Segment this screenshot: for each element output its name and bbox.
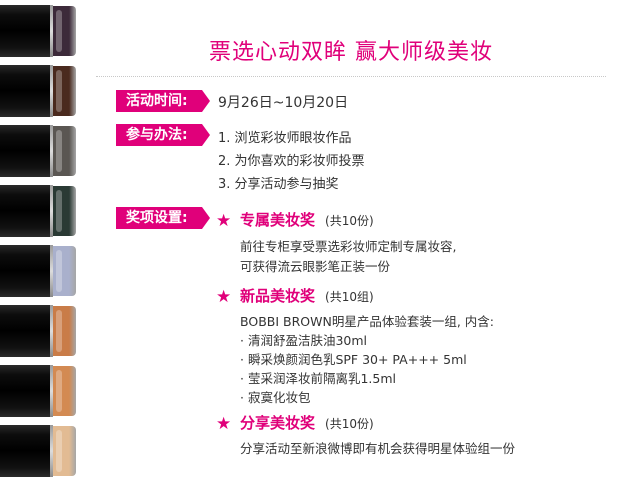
pencil-cap <box>53 426 76 476</box>
pencil-cap <box>53 186 76 236</box>
star-icon: ★ <box>216 287 232 307</box>
prize-heading-share: ★ 分享美妆奖 (共10份) <box>216 412 374 434</box>
method-step: 3. 分享活动参与抽奖 <box>218 177 339 192</box>
pencil-cap <box>53 366 76 416</box>
pencil-cap <box>53 126 76 176</box>
product-image-strip <box>0 0 82 489</box>
prize-name: 新品美妆奖 <box>240 287 316 305</box>
prize-kit-item: · 寂寞化妆包 <box>240 390 311 405</box>
prize-count: (共10份) <box>325 417 374 431</box>
prize-heading-exclusive: ★ 专属美妆奖 (共10份) <box>216 209 374 231</box>
method-step: 1. 浏览彩妆师眼妆作品 <box>218 131 352 146</box>
page-title: 票选心动双眸 赢大师级美妆 <box>209 40 493 65</box>
prize-kit-item: · 瞬采焕颜润色乳SPF 30+ PA+++ 5ml <box>240 352 467 367</box>
pencil-8 <box>0 425 78 477</box>
prize-name: 分享美妆奖 <box>240 414 316 432</box>
prize-description: 分享活动至新浪微博即有机会获得明星体验组一份 <box>240 441 516 456</box>
prize-description: 前往专柜享受票选彩妆师定制专属妆容, <box>240 239 457 254</box>
time-label: 活动时间: <box>116 90 210 112</box>
star-icon: ★ <box>216 414 232 434</box>
prize-kit-item: · 清润舒盈洁肤油30ml <box>240 333 368 348</box>
pencil-2 <box>0 65 78 117</box>
title-divider <box>96 76 606 77</box>
pencil-cap <box>53 246 76 296</box>
pencil-cap <box>53 306 76 356</box>
pencil-cap <box>53 6 76 56</box>
method-label: 参与办法: <box>116 124 210 146</box>
pencil-1 <box>0 5 78 57</box>
pencil-5 <box>0 245 78 297</box>
pencil-4 <box>0 185 78 237</box>
prize-label: 奖项设置: <box>116 207 210 229</box>
pencil-7 <box>0 365 78 417</box>
pencil-cap <box>53 66 76 116</box>
pencil-6 <box>0 305 78 357</box>
prize-description: BOBBI BROWN明星产品体验套装一组, 内含: <box>240 314 494 329</box>
star-icon: ★ <box>216 211 232 231</box>
prize-kit-item: · 莹采润泽妆前隔离乳1.5ml <box>240 371 396 386</box>
event-info-panel: 票选心动双眸 赢大师级美妆 活动时间: 9月26日~10月20日 参与办法: 1… <box>82 0 620 489</box>
time-value: 9月26日~10月20日 <box>218 95 349 111</box>
method-step: 2. 为你喜欢的彩妆师投票 <box>218 154 365 169</box>
pencil-3 <box>0 125 78 177</box>
prize-heading-new-product: ★ 新品美妆奖 (共10组) <box>216 285 374 307</box>
prize-description: 可获得流云眼影笔正装一份 <box>240 259 391 274</box>
prize-count: (共10份) <box>325 214 374 228</box>
prize-count: (共10组) <box>325 290 374 304</box>
prize-name: 专属美妆奖 <box>240 211 316 229</box>
